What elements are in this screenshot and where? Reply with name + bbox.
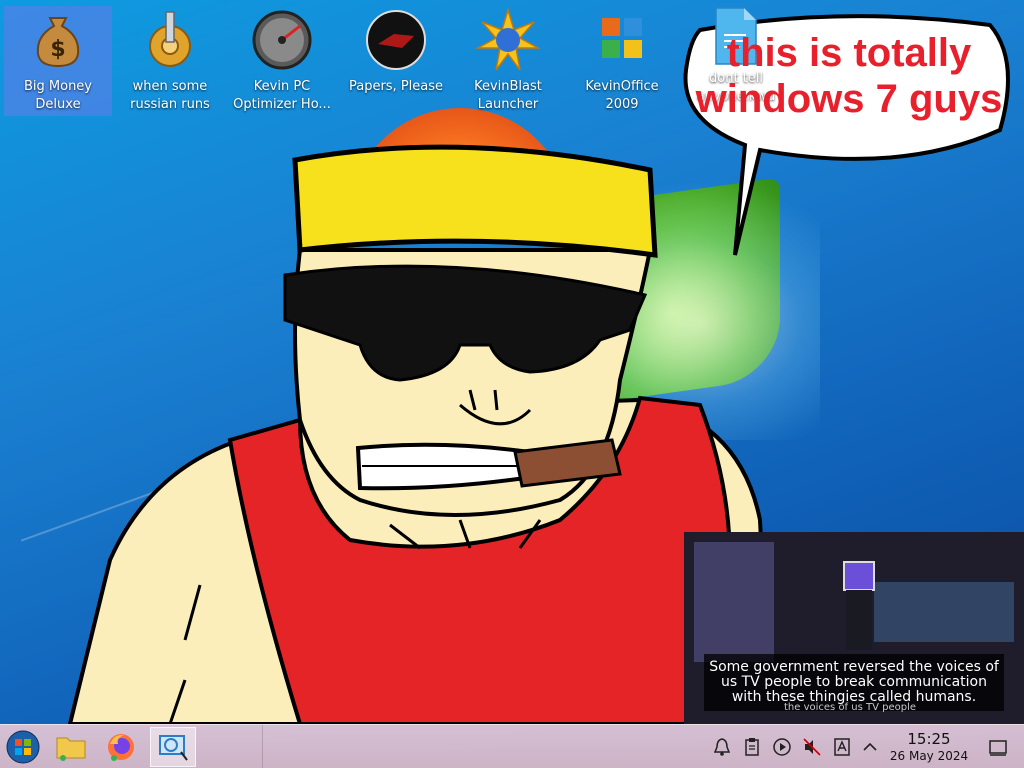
- start-button[interactable]: [0, 727, 46, 767]
- video-subtitle-under: the voices of us TV people: [784, 702, 917, 713]
- taskbar-separator: [262, 725, 263, 768]
- media-play-icon[interactable]: [772, 737, 792, 757]
- desktop-icon-kevinblast-launcher[interactable]: KevinBlast Launcher: [454, 6, 562, 116]
- speech-bubble-text: this is totally windows 7 guys: [695, 31, 1003, 121]
- desktop-icon-russian[interactable]: when some russian runs a...: [116, 6, 224, 116]
- burst-icon: [476, 8, 540, 71]
- taskbar: 15:25 26 May 2024: [0, 724, 1024, 768]
- clock-date: 26 May 2024: [889, 749, 969, 763]
- clock-time: 15:25: [907, 730, 951, 748]
- office-icon: [602, 18, 642, 58]
- firefox-icon: [108, 734, 134, 761]
- seal-icon: [366, 10, 426, 70]
- taskbar-app-screenshot-tool[interactable]: [150, 727, 196, 767]
- input-method-icon[interactable]: [832, 737, 852, 757]
- desktop-icon-kevinoffice-2009[interactable]: KevinOffice 2009: [568, 6, 676, 116]
- gear-icon: [149, 11, 191, 67]
- money-bag-icon: $: [36, 17, 80, 68]
- video-player[interactable]: Some government reversed the voices of u…: [684, 532, 1024, 724]
- desktop-icon-big-money-deluxe[interactable]: $ Big Money Deluxe: [4, 6, 112, 116]
- taskbar-app-firefox[interactable]: [98, 727, 144, 767]
- desktop-icon-papers-please[interactable]: Papers, Please: [342, 6, 450, 116]
- taskbar-app-file-manager[interactable]: [48, 727, 94, 767]
- volume-muted-icon[interactable]: [802, 737, 822, 757]
- clipboard-icon[interactable]: [742, 737, 762, 757]
- start-orb-icon: [6, 730, 40, 764]
- svg-text:$: $: [50, 37, 65, 62]
- screenshot-tool-icon: [159, 735, 188, 761]
- desktop-icon-kevin-pc-optimizer[interactable]: Kevin PC Optimizer Ho...: [228, 6, 336, 116]
- speedometer-icon: [252, 10, 312, 70]
- show-desktop-icon[interactable]: [988, 737, 1008, 757]
- file-manager-icon: [56, 737, 86, 761]
- tray-expand-icon[interactable]: [860, 737, 880, 757]
- notifications-icon[interactable]: [712, 737, 732, 757]
- taskbar-clock[interactable]: 15:25 26 May 2024: [884, 731, 974, 764]
